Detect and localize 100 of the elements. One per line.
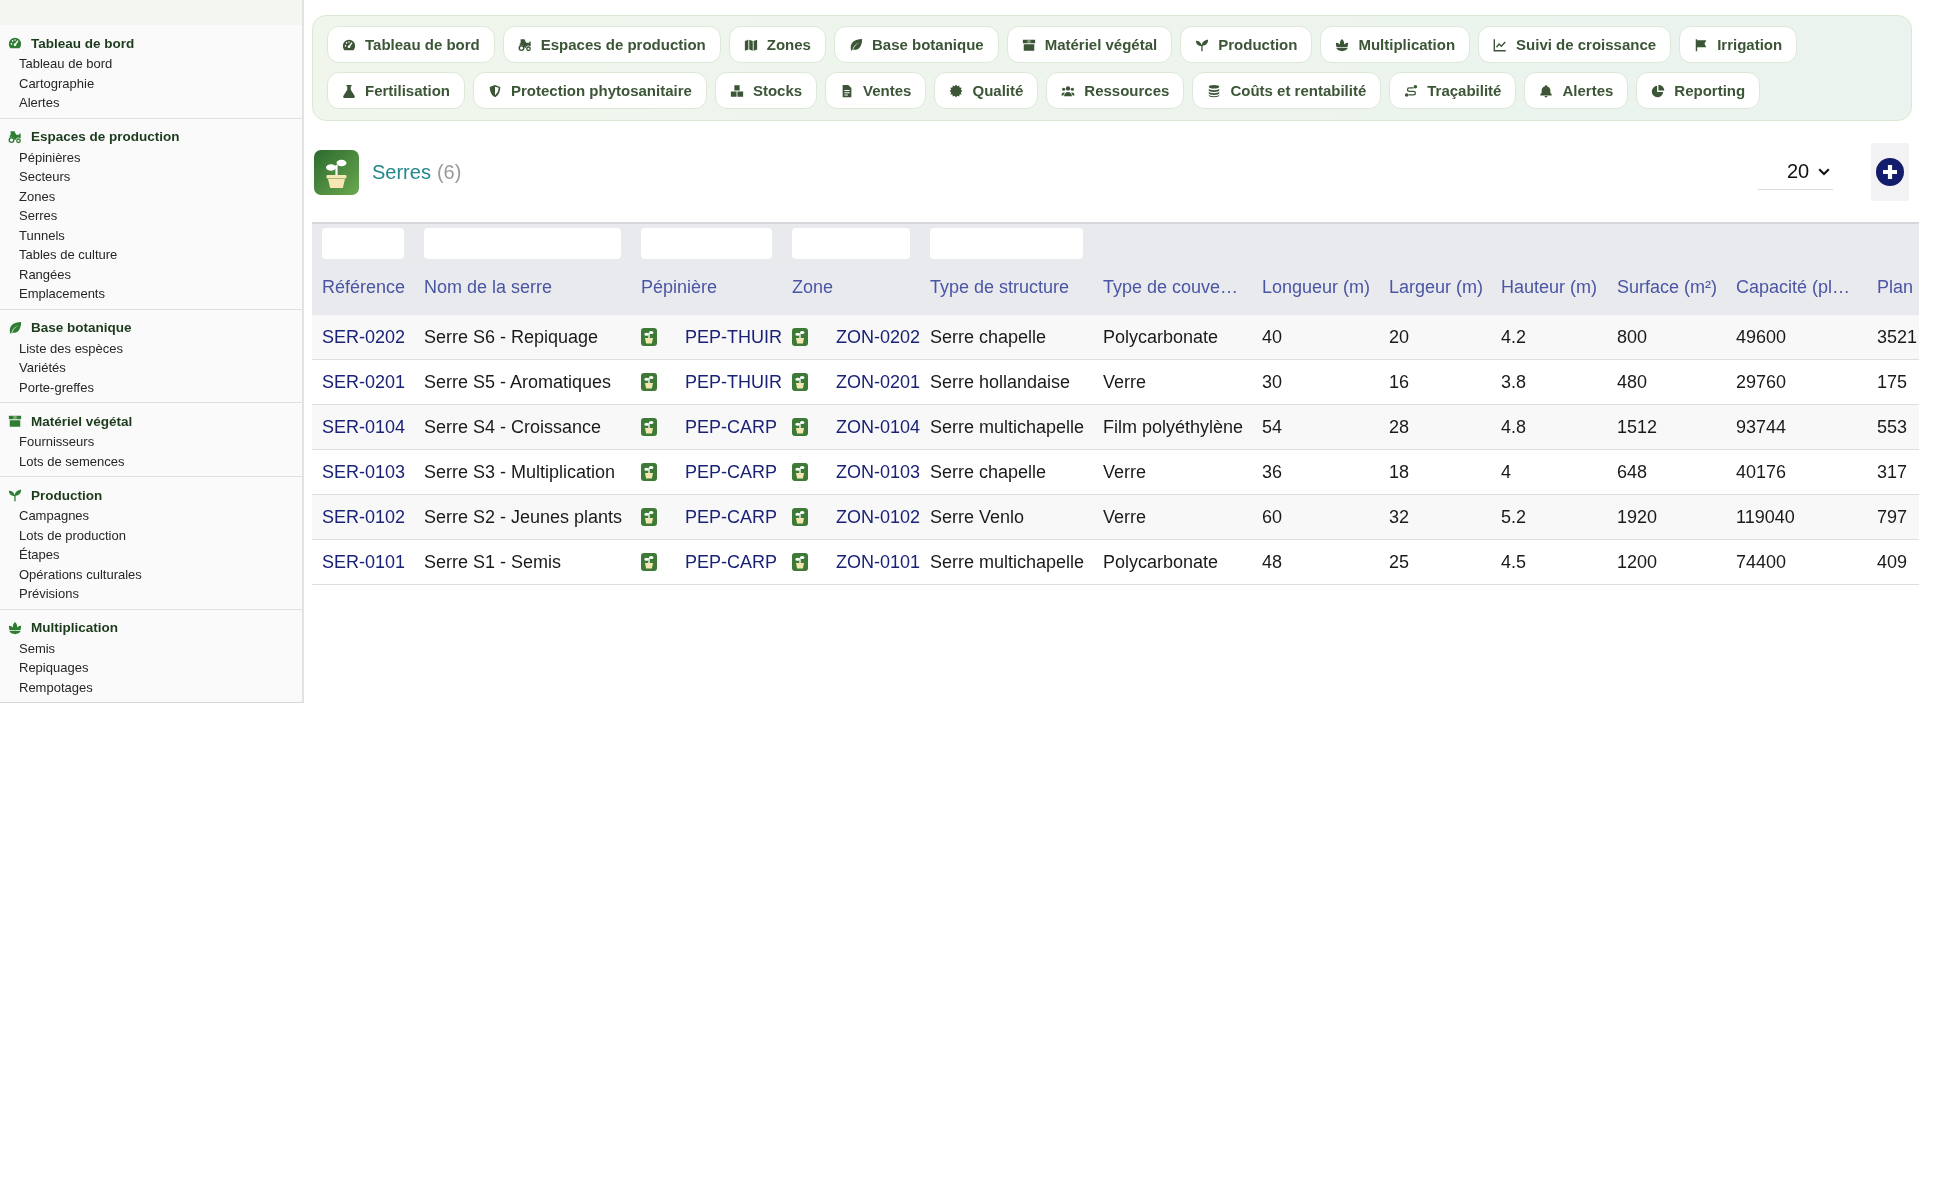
leaf-icon: [8, 320, 22, 335]
reference-link[interactable]: SER-0101: [322, 551, 406, 572]
page-size-select[interactable]: 20: [1758, 154, 1833, 190]
table-link[interactable]: PEP-CARP: [685, 461, 778, 483]
nav-tab[interactable]: Ventes: [825, 72, 927, 109]
table-link[interactable]: ZON-0101: [836, 551, 921, 573]
table-cell: 48: [1252, 539, 1379, 585]
sidebar-item[interactable]: Tunnels: [0, 225, 65, 245]
nav-tab[interactable]: Fertilisation: [327, 72, 465, 109]
sidebar-item[interactable]: Semis: [0, 638, 56, 658]
sidebar-item[interactable]: Pépinières: [0, 147, 81, 167]
sidebar-section-title[interactable]: Matériel végétal: [31, 413, 133, 429]
sidebar-item[interactable]: Variétés: [0, 358, 66, 378]
sidebar-item[interactable]: Opérations culturales: [0, 564, 142, 584]
sidebar-item[interactable]: Tables de culture: [0, 245, 118, 265]
add-button[interactable]: [1871, 143, 1909, 201]
nav-tab[interactable]: Production: [1180, 26, 1313, 63]
bell-icon: [1539, 83, 1554, 98]
column-header[interactable]: Longueur (m): [1252, 260, 1379, 315]
sidebar-item[interactable]: Cartographie: [0, 73, 95, 93]
table-link[interactable]: ZON-0201: [836, 371, 921, 393]
nav-tab[interactable]: Traçabilité: [1389, 72, 1517, 109]
nav-tab[interactable]: Stocks: [714, 72, 818, 109]
boxes-icon: [729, 83, 744, 98]
table-link[interactable]: ZON-0103: [836, 461, 921, 483]
sidebar-item[interactable]: Rempotages: [0, 677, 93, 697]
sidebar-item[interactable]: Lots de semences: [0, 451, 125, 471]
nav-tab[interactable]: Zones: [728, 26, 826, 63]
plant-pot-icon: [792, 328, 808, 346]
table-cell: Serre S6 - Repiquage: [414, 315, 631, 360]
table-cell: Serre S5 - Aromatiques: [414, 359, 631, 405]
sidebar-item[interactable]: Étapes: [0, 545, 60, 565]
sidebar-item[interactable]: Rangées: [0, 264, 72, 284]
nav-tab[interactable]: Suivi de croissance: [1478, 26, 1672, 63]
map-icon: [743, 37, 758, 52]
reference-link[interactable]: SER-0201: [322, 371, 406, 392]
column-header[interactable]: Surface (m²): [1607, 260, 1726, 315]
table-cell: Serre multichapelle: [920, 404, 1093, 450]
table-link[interactable]: PEP-CARP: [685, 551, 778, 573]
sidebar-section-title[interactable]: Espaces de production: [31, 129, 180, 144]
column-header[interactable]: Capacité (pl…: [1726, 260, 1867, 315]
plant-pot-icon: [314, 149, 359, 195]
nav-tab[interactable]: Tableau de bord: [327, 26, 495, 63]
table-link[interactable]: PEP-THUIR: [685, 371, 782, 393]
sidebar-item[interactable]: Alertes: [0, 93, 60, 113]
nav-tab[interactable]: Ressources: [1046, 72, 1185, 109]
sidebar-item[interactable]: Lots de production: [0, 525, 126, 545]
nav-tab[interactable]: Irrigation: [1679, 26, 1798, 63]
table-cell: 40176: [1726, 449, 1867, 495]
nav-tab[interactable]: Alertes: [1524, 72, 1629, 109]
table-cell: Polycarbonate: [1093, 315, 1252, 360]
sidebar-item[interactable]: Zones: [0, 186, 56, 206]
sidebar-section-title[interactable]: Tableau de bord: [31, 35, 135, 51]
table-cell: 36: [1252, 449, 1379, 495]
table-cell: Verre: [1093, 449, 1252, 495]
tractor-icon: [8, 129, 22, 144]
column-header[interactable]: Type de couve…: [1093, 260, 1252, 315]
sidebar-item[interactable]: Porte-greffes: [0, 377, 94, 397]
sidebar-item[interactable]: Serres: [0, 206, 58, 226]
nav-tab[interactable]: Matériel végétal: [1006, 26, 1173, 63]
nav-tab[interactable]: Qualité: [934, 72, 1039, 109]
table-cell: Serre multichapelle: [920, 539, 1093, 585]
column-header[interactable]: Plan: [1867, 260, 1919, 315]
column-header[interactable]: Hauteur (m): [1491, 260, 1607, 315]
column-header[interactable]: Nom de la serre: [414, 260, 631, 315]
sidebar-item[interactable]: Repiquages: [0, 658, 89, 678]
sidebar-item[interactable]: Secteurs: [0, 167, 71, 187]
users-icon: [1061, 83, 1076, 98]
nav-tab[interactable]: Multiplication: [1320, 26, 1471, 63]
column-header[interactable]: Largeur (m): [1379, 260, 1491, 315]
column-header[interactable]: Type de structure: [920, 260, 1093, 315]
nav-tab[interactable]: Reporting: [1636, 72, 1761, 109]
sidebar-item[interactable]: Campagnes: [0, 506, 90, 526]
seal-icon: [949, 83, 964, 98]
sidebar-item[interactable]: Tableau de bord: [0, 54, 113, 74]
column-header[interactable]: Pépinière: [631, 260, 782, 315]
table-cell: 3.8: [1491, 359, 1607, 405]
table-cell: 28: [1379, 404, 1491, 450]
sidebar-item[interactable]: Emplacements: [0, 284, 105, 304]
nav-tab[interactable]: Coûts et rentabilité: [1192, 72, 1382, 109]
table-cell: 797: [1867, 494, 1919, 540]
column-header[interactable]: Référence: [312, 260, 414, 315]
sidebar-item[interactable]: Liste des espèces: [0, 338, 124, 358]
sidebar-item[interactable]: Prévisions: [0, 584, 79, 604]
table-cell: 54: [1252, 404, 1379, 450]
reference-link[interactable]: SER-0103: [322, 461, 406, 482]
table-cell: 175: [1867, 359, 1919, 405]
nav-tab[interactable]: Protection phytosanitaire: [473, 72, 707, 109]
nav-tab[interactable]: Espaces de production: [502, 26, 721, 63]
chevron-down-icon: [1818, 167, 1831, 176]
sidebar-item[interactable]: Fournisseurs: [0, 432, 95, 452]
column-header[interactable]: Zone: [782, 260, 920, 315]
plant-pot-icon: [641, 508, 657, 526]
box-icon: [1021, 37, 1036, 52]
table-cell: Serre chapelle: [920, 315, 1093, 360]
sidebar-section-title[interactable]: Production: [31, 487, 103, 503]
table-cell: Serre hollandaise: [920, 359, 1093, 405]
sidebar-section-title[interactable]: Multiplication: [31, 620, 118, 635]
sidebar-section-title[interactable]: Base botanique: [31, 320, 132, 335]
nav-tab[interactable]: Base botanique: [833, 26, 999, 63]
